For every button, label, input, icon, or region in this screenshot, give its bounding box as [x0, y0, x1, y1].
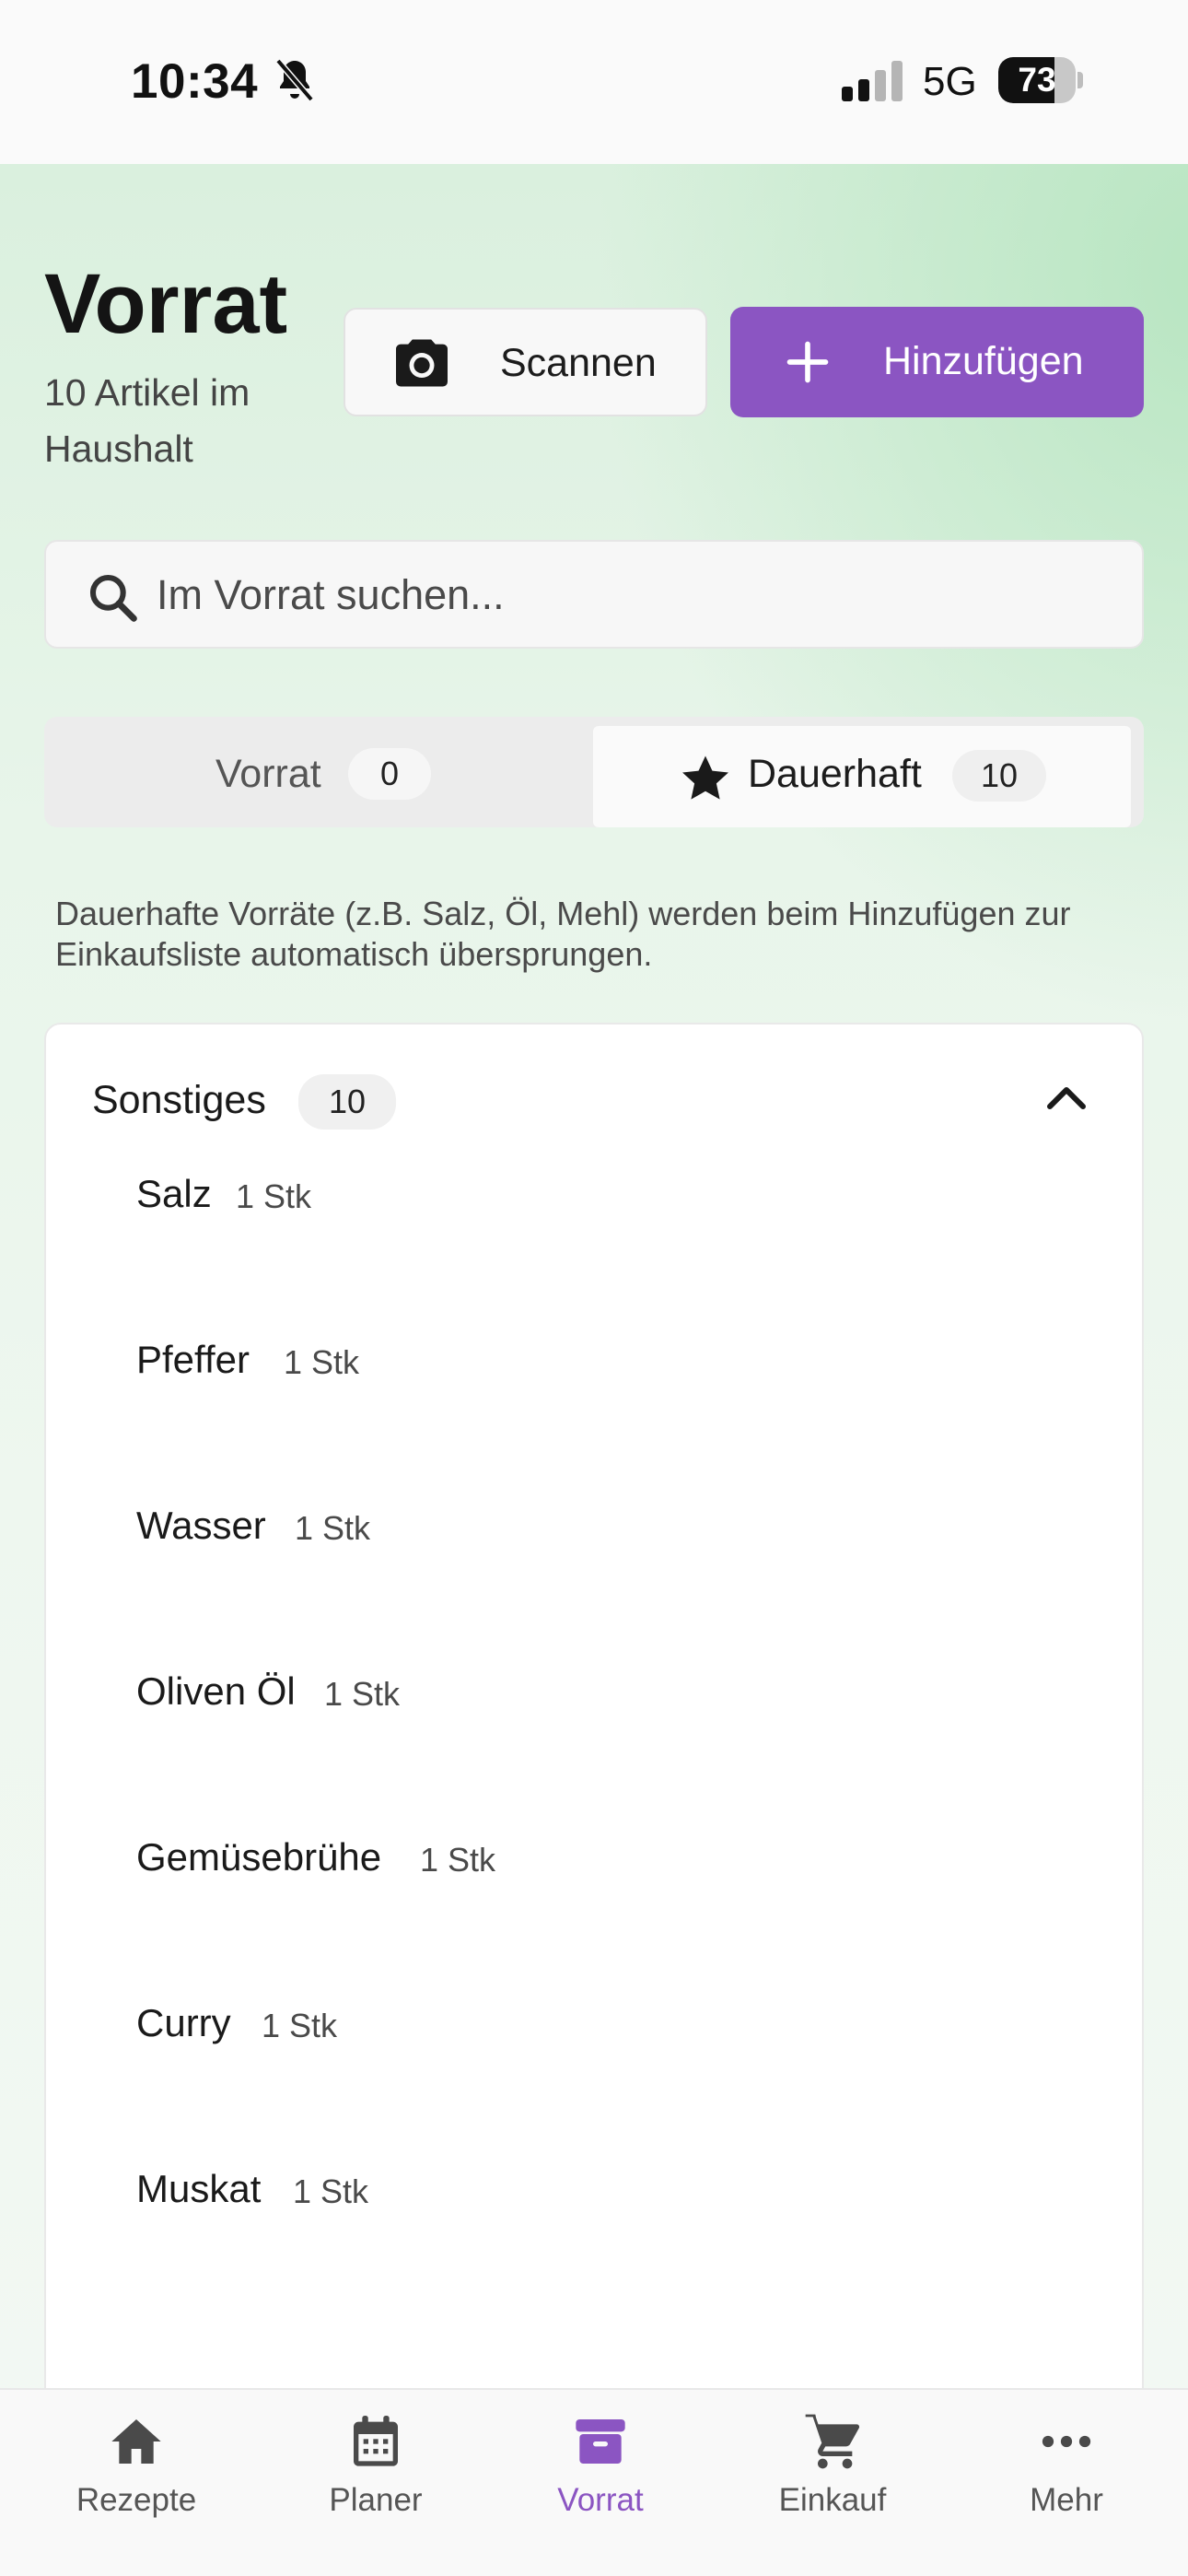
archive-box-icon — [576, 2419, 625, 2464]
add-button-label: Hinzufügen — [883, 339, 1084, 383]
network-type: 5G — [923, 59, 977, 104]
item-name: Wasser — [136, 1504, 266, 1547]
status-bar: 10:34 5G 73 — [0, 0, 1188, 164]
item-quantity: 1 Stk — [284, 1343, 360, 1381]
tab-dauerhaft[interactable]: Dauerhaft 10 — [593, 726, 1131, 827]
item-name: Pfeffer — [136, 1338, 250, 1381]
page-title: Vorrat — [44, 257, 288, 351]
calendar-icon — [354, 2416, 398, 2466]
item-quantity: 1 Stk — [236, 1177, 312, 1215]
tab-dauerhaft-label: Dauerhaft — [748, 752, 922, 796]
bell-slash-icon — [275, 58, 314, 102]
nav-label: Planer — [329, 2482, 423, 2518]
nav-item-rezepte[interactable]: Rezepte — [44, 2390, 228, 2576]
bottom-nav: Rezepte Planer Vorrat Einkauf Mehr — [0, 2388, 1188, 2576]
item-name: Gemüsebrühe — [136, 1835, 382, 1879]
pantry-tabs: Vorrat 0 Dauerhaft 10 — [44, 717, 1144, 827]
search-box — [44, 540, 1144, 649]
item-quantity: 1 Stk — [324, 1675, 401, 1713]
item-count-subtitle: 10 Artikel im Haushalt — [44, 371, 250, 470]
camera-icon — [396, 339, 448, 387]
pantry-item[interactable]: Gemüsebrühe 1 Stk — [46, 1800, 1146, 1911]
nav-item-einkauf[interactable]: Einkauf — [740, 2390, 925, 2576]
chevron-up-icon[interactable] — [1046, 1083, 1087, 1111]
more-dots-icon — [1042, 2435, 1091, 2448]
nav-item-planer[interactable]: Planer — [284, 2390, 468, 2576]
category-label: Sonstiges — [92, 1078, 266, 1122]
star-icon — [682, 755, 728, 800]
battery-level: 73 — [1018, 61, 1056, 99]
cellular-signal-icon — [842, 61, 903, 101]
search-icon — [89, 574, 137, 622]
pantry-item[interactable]: Oliven Öl 1 Stk — [46, 1634, 1146, 1745]
plus-icon — [786, 341, 829, 383]
tab-dauerhaft-count: 10 — [952, 750, 1046, 802]
search-input[interactable] — [157, 558, 1114, 632]
permanent-items-hint: Dauerhafte Vorräte (z.B. Salz, Öl, Mehl)… — [55, 895, 1071, 973]
nav-label: Einkauf — [778, 2482, 887, 2518]
tab-vorrat[interactable]: Vorrat 0 — [44, 717, 593, 827]
shopping-cart-icon — [805, 2414, 860, 2469]
pantry-item[interactable]: Pfeffer 1 Stk — [46, 1303, 1146, 1413]
nav-label: Vorrat — [557, 2482, 644, 2518]
category-card: Sonstiges 10 Salz 1 Stk Pfeffer 1 Stk Wa… — [44, 1023, 1144, 2388]
item-name: Salz — [136, 1172, 212, 1215]
battery-icon: 73 — [998, 57, 1083, 103]
item-name: Oliven Öl — [136, 1669, 296, 1713]
main-content: Vorrat 10 Artikel im Haushalt Scannen Hi… — [0, 164, 1188, 2388]
item-quantity: 1 Stk — [293, 2172, 369, 2210]
home-icon — [111, 2419, 161, 2464]
scan-button[interactable]: Scannen — [344, 308, 707, 416]
nav-label: Rezepte — [76, 2482, 197, 2518]
item-quantity: 1 Stk — [262, 2007, 338, 2044]
pantry-item[interactable]: Salz 1 Stk — [46, 1137, 1146, 1247]
add-button[interactable]: Hinzufügen — [730, 307, 1144, 417]
pantry-item[interactable]: Curry 1 Stk — [46, 1966, 1146, 2077]
scan-button-label: Scannen — [500, 341, 657, 385]
item-name: Muskat — [136, 2167, 262, 2210]
nav-item-vorrat[interactable]: Vorrat — [508, 2390, 693, 2576]
pantry-item[interactable]: Muskat 1 Stk — [46, 2132, 1146, 2242]
category-count: 10 — [298, 1074, 396, 1130]
tab-vorrat-count: 0 — [348, 748, 431, 800]
item-name: Curry — [136, 2001, 231, 2044]
nav-label: Mehr — [1030, 2482, 1103, 2518]
item-quantity: 1 Stk — [420, 1841, 496, 1879]
tab-vorrat-label: Vorrat — [215, 752, 321, 796]
nav-item-mehr[interactable]: Mehr — [974, 2390, 1159, 2576]
item-quantity: 1 Stk — [295, 1509, 371, 1547]
status-time: 10:34 — [131, 54, 259, 109]
pantry-item[interactable]: Wasser 1 Stk — [46, 1469, 1146, 1579]
